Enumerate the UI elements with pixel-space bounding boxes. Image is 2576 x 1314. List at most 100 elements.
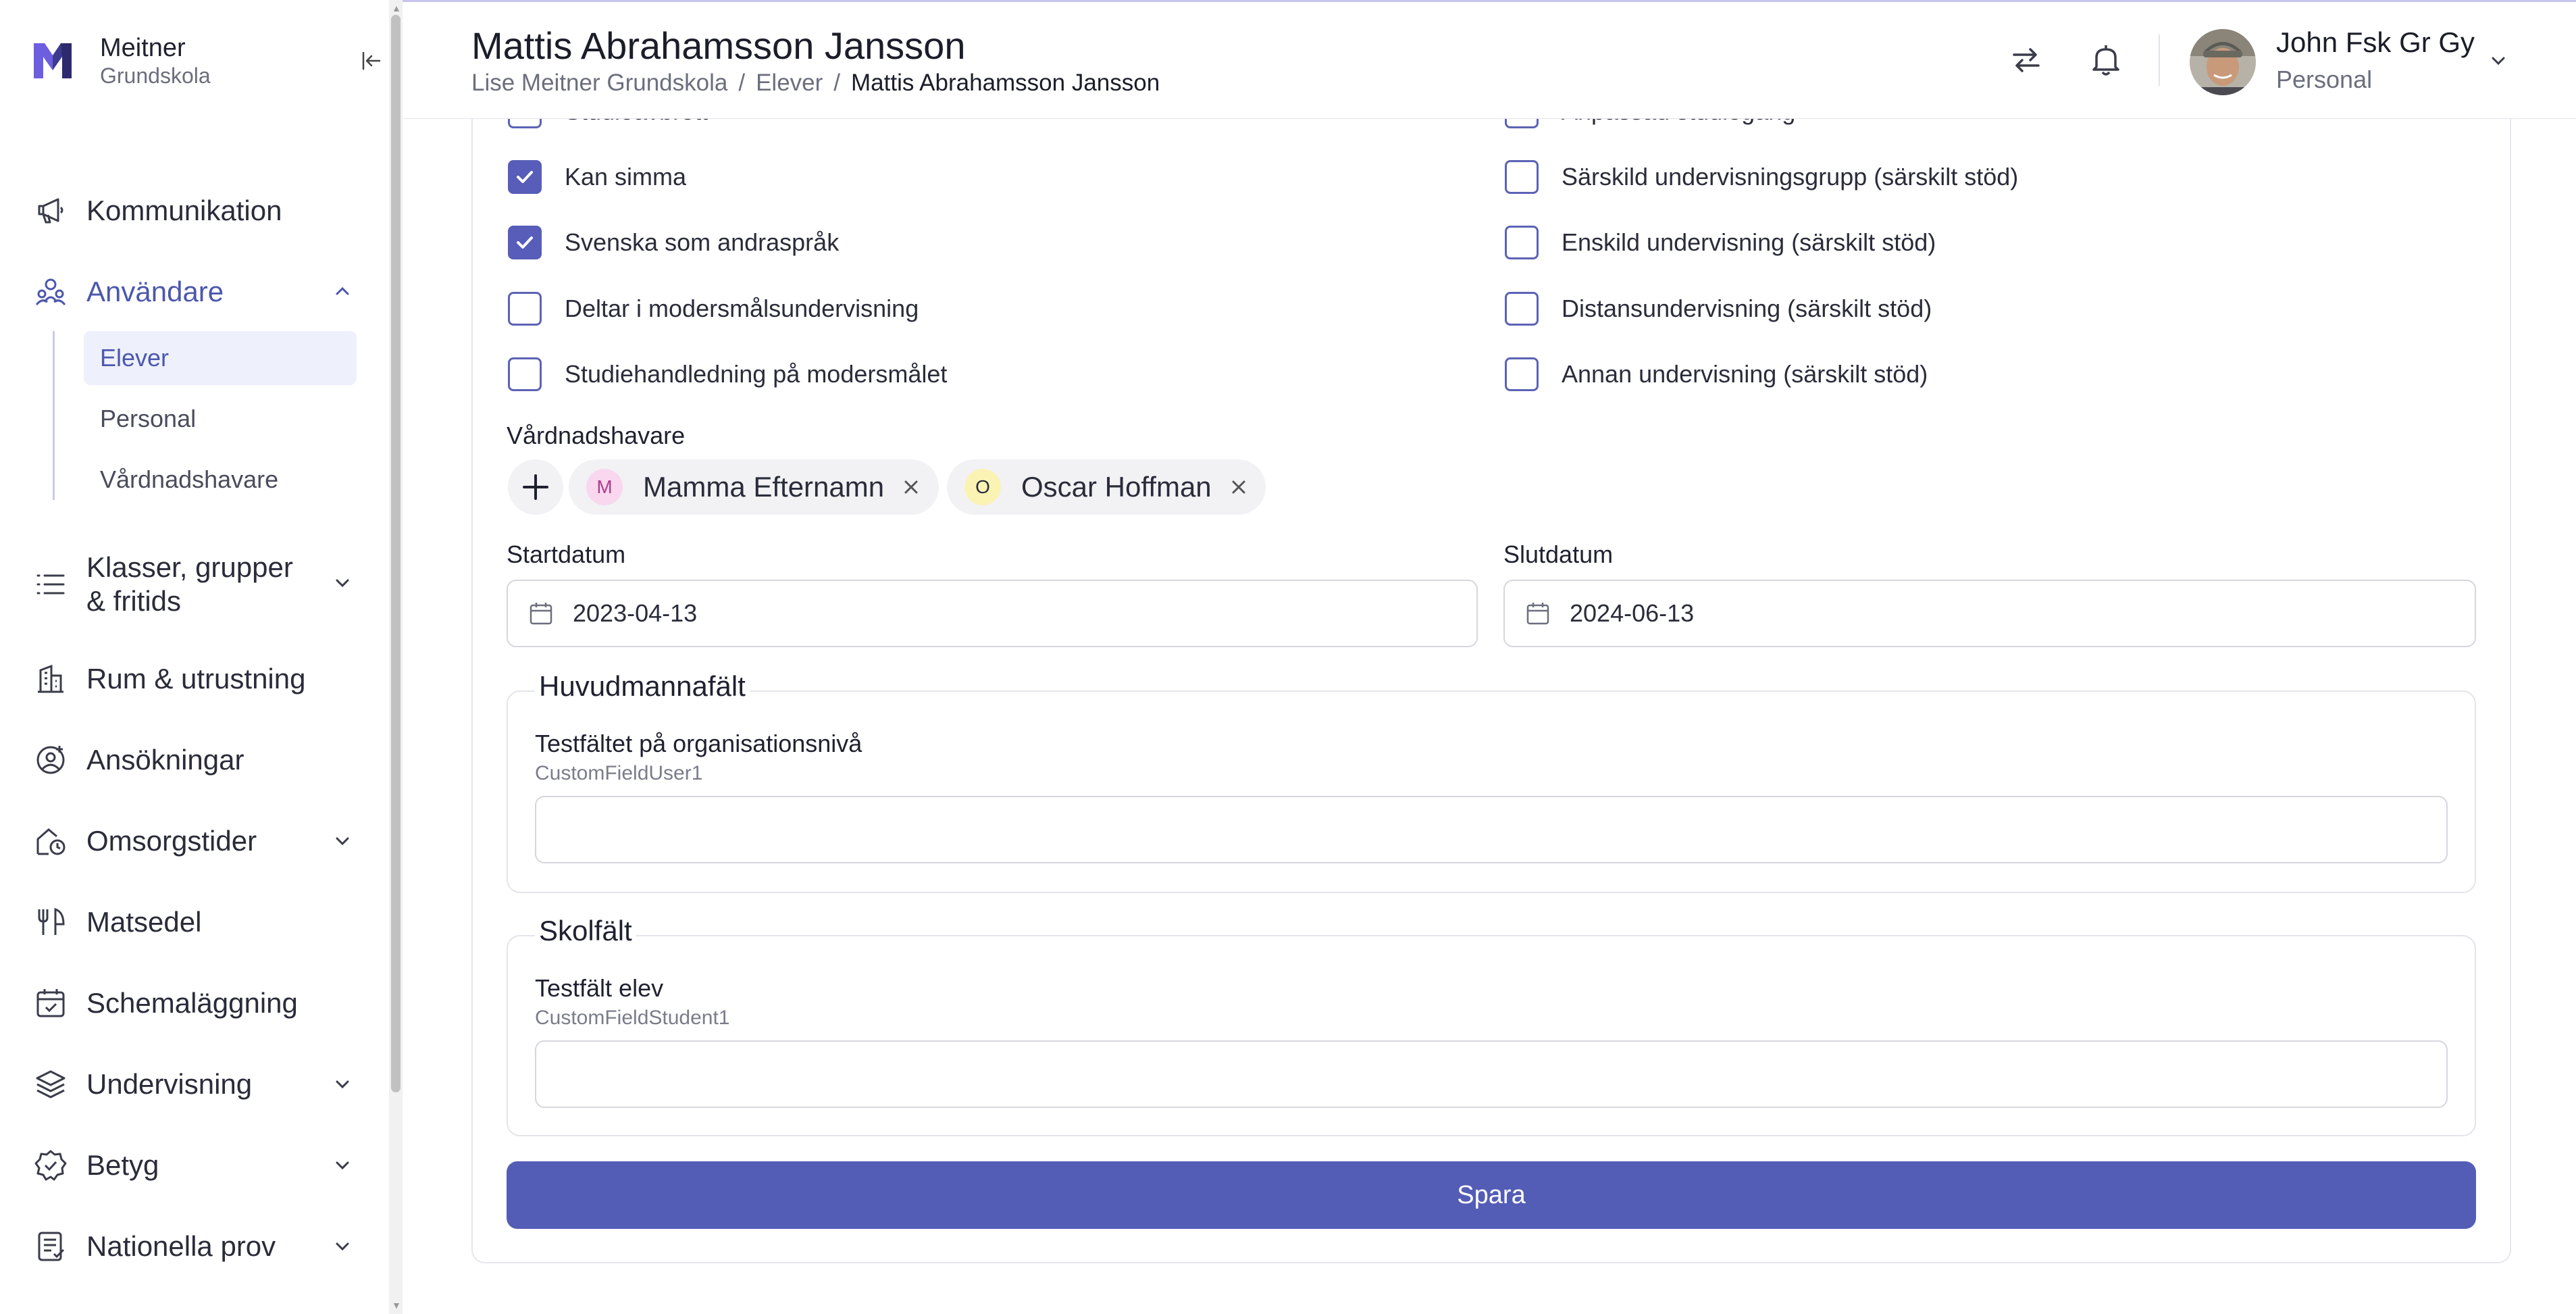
users-icon [35, 278, 66, 305]
skol-legend: Skolfält [535, 915, 636, 947]
switch-arrows-icon[interactable] [2007, 41, 2045, 79]
sidebar-item-undervisning[interactable]: Undervisning [34, 1064, 358, 1105]
checkbox-label: Studiehandledning på modersmålet [565, 360, 948, 388]
end-date-input[interactable]: 2024-06-13 [1503, 580, 2476, 647]
user-name[interactable]: John Fsk Gr Gy [2276, 26, 2475, 59]
remove-guardian-icon[interactable] [902, 478, 921, 497]
user-role: Personal [2276, 66, 2373, 93]
scroll-up-arrow-icon[interactable]: ▲ [392, 3, 401, 13]
home-clock-icon [36, 828, 66, 855]
breadcrumb-elever[interactable]: Elever [756, 70, 823, 97]
avatar[interactable] [2190, 29, 2256, 95]
checkbox-box[interactable] [508, 292, 542, 326]
sidebar-item-label: Betyg [86, 1149, 159, 1181]
calendar-icon [1526, 603, 1549, 625]
custom-field-label: Testfält elev [535, 974, 664, 1002]
remove-guardian-icon[interactable] [1229, 478, 1248, 497]
page-header: Mattis Abrahamsson Jansson Lise Meitner … [403, 0, 2576, 119]
checkbox-label: Svenska som andraspråk [565, 228, 840, 256]
custom-field-student1-input[interactable] [535, 1040, 2448, 1108]
checkmark-icon [517, 236, 533, 249]
checkbox-kan-simma[interactable]: Kan simma [508, 160, 686, 194]
checkbox-sarskild-undervisningsgrupp[interactable]: Särskild undervisningsgrupp (särskilt st… [1505, 160, 2018, 194]
guardian-chip[interactable]: M Mamma Efternamn [569, 459, 939, 515]
checkbox-box[interactable] [1505, 226, 1539, 259]
building-icon [38, 664, 63, 693]
chevron-down-icon[interactable] [331, 1154, 354, 1177]
label-line-2: & fritids [86, 585, 182, 617]
checkbox-box[interactable] [508, 357, 542, 391]
huvudman-legend: Huvudmannafält [535, 670, 750, 703]
sidebar-item-label: Schemaläggning [86, 987, 298, 1019]
collapse-sidebar-icon[interactable] [358, 47, 385, 74]
breadcrumb-separator: / [833, 70, 841, 96]
meitner-logo-icon [34, 43, 72, 78]
chevron-down-icon[interactable] [331, 1073, 354, 1096]
document-icon [38, 1232, 65, 1261]
plus-icon [523, 474, 548, 500]
sidebar-scrollbar-thumb[interactable] [391, 15, 401, 1092]
list-icon [36, 574, 65, 595]
checkbox-label: Distansundervisning (särskilt stöd) [1562, 295, 1932, 322]
checkbox-box[interactable] [1505, 160, 1539, 194]
sidebar-item-label: Undervisning [86, 1068, 253, 1100]
checkbox-label: Kan simma [565, 163, 687, 191]
guardian-name: Oscar Hoffman [1021, 471, 1212, 503]
sidebar: Meitner Grundskola Kommunikation Använda… [0, 0, 389, 1314]
breadcrumb-current: Mattis Abrahamsson Jansson [851, 70, 1160, 96]
calendar-icon [530, 603, 552, 625]
chevron-down-icon[interactable] [331, 572, 354, 595]
label-line-1: Klasser, grupper [86, 551, 293, 583]
checkbox-label: Enskild undervisning (särskilt stöd) [1562, 228, 1936, 256]
sidebar-item-kommunikation[interactable]: Kommunikation [34, 191, 358, 231]
sidebar-item-label: Ansökningar [86, 744, 244, 776]
checkbox-studiehandledning[interactable]: Studiehandledning på modersmålet [508, 357, 947, 391]
chevron-up-icon[interactable] [331, 280, 354, 303]
huvudman-fieldset: Huvudmannafält Testfältet på organisatio… [507, 670, 2476, 893]
checkbox-box[interactable] [508, 226, 542, 259]
sidebar-item-rum[interactable]: Rum & utrustning [34, 659, 358, 699]
scroll-down-arrow-icon[interactable]: ▼ [392, 1300, 401, 1310]
user-add-icon [36, 746, 65, 774]
sidebar-item-anvandare[interactable]: Användare [34, 272, 358, 312]
checkbox-modersmalsundervisning[interactable]: Deltar i modersmålsundervisning [508, 292, 919, 326]
chevron-down-icon[interactable] [331, 830, 354, 853]
guardian-chip[interactable]: O Oscar Hoffman [947, 459, 1266, 515]
bell-icon[interactable] [2087, 41, 2125, 79]
checkbox-annan-undervisning[interactable]: Annan undervisning (särskilt stöd) [1505, 357, 1928, 391]
checkbox-box[interactable] [1505, 292, 1539, 326]
custom-field-key: CustomFieldStudent1 [535, 1007, 730, 1029]
page-title: Mattis Abrahamsson Jansson [471, 24, 966, 67]
sidebar-subitem-personal[interactable]: Personal [84, 392, 357, 446]
brand-name: Meitner [100, 34, 186, 62]
guardians-label: Vårdnadshavare [507, 422, 686, 449]
sidebar-item-omsorgstider[interactable]: Omsorgstider [34, 821, 358, 861]
add-guardian-button[interactable] [508, 459, 563, 515]
checkbox-box[interactable] [508, 160, 542, 194]
breadcrumb: Lise Meitner Grundskola / Elever / Matti… [471, 70, 1160, 97]
sidebar-item-nationella-prov[interactable]: Nationella prov [34, 1226, 358, 1267]
sidebar-subitem-vardnadshavare[interactable]: Vårdnadshavare [84, 453, 357, 507]
sidebar-item-ansokningar[interactable]: Ansökningar [34, 740, 358, 780]
sidebar-item-label: Rum & utrustning [86, 663, 306, 694]
checkbox-svenska-som-andrasprak[interactable]: Svenska som andraspråk [508, 226, 839, 259]
save-button[interactable]: Spara [507, 1161, 2476, 1229]
chevron-down-icon[interactable] [2487, 49, 2510, 72]
sidebar-item-matsedel[interactable]: Matsedel [34, 902, 358, 942]
sidebar-item-schemalaggning[interactable]: Schemaläggning [34, 983, 358, 1024]
brand-subtitle: Grundskola [100, 64, 211, 88]
sidebar-item-label: Kommunikation [86, 195, 282, 226]
sidebar-item-klasser[interactable]: Klasser, grupper & fritids [34, 547, 358, 622]
checkbox-distansundervisning[interactable]: Distansundervisning (särskilt stöd) [1505, 292, 1932, 326]
checkbox-label: Särskild undervisningsgrupp (särskilt st… [1562, 163, 2019, 191]
sidebar-item-betyg[interactable]: Betyg [34, 1145, 358, 1186]
checkmark-icon [517, 171, 533, 183]
chevron-down-icon[interactable] [331, 1235, 354, 1258]
sidebar-item-label: Användare [86, 276, 224, 307]
breadcrumb-school[interactable]: Lise Meitner Grundskola [471, 70, 727, 97]
custom-field-user1-input[interactable] [535, 796, 2448, 863]
checkbox-box[interactable] [1505, 357, 1539, 391]
checkbox-enskild-undervisning[interactable]: Enskild undervisning (särskilt stöd) [1505, 226, 1936, 259]
start-date-input[interactable]: 2023-04-13 [507, 580, 1478, 647]
sidebar-subitem-elever[interactable]: Elever [84, 331, 357, 385]
